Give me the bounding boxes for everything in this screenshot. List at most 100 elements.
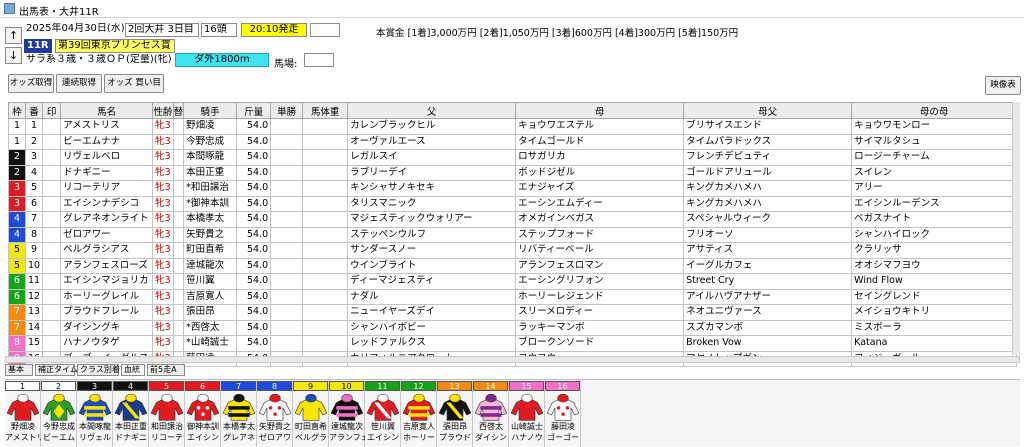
body-weight: [302, 226, 349, 243]
waku-cell: 4: [8, 226, 26, 243]
waku-cell: 6: [8, 288, 26, 305]
col-horse[interactable]: 馬名: [60, 102, 154, 119]
change-mark: [172, 288, 185, 305]
col-odds[interactable]: 単勝: [270, 102, 304, 119]
sire-name: タリスマニック: [347, 195, 517, 212]
dam-name: ボッドジゼル: [515, 164, 685, 181]
odds-button[interactable]: オッズ取得: [8, 74, 54, 93]
tab-last5[interactable]: 前5走A: [147, 364, 185, 376]
mark-cell: [42, 118, 62, 135]
damsire-name: フリオーソ: [683, 226, 853, 243]
num-cell: 4: [24, 164, 44, 181]
silk-horse: グレアネ: [223, 433, 255, 442]
table-row[interactable]: 3 5 リコーテリア 牝3 *和田譲治 54.0 キンシャサノキセキ エナジャイズ キングカメハ…: [8, 180, 1018, 197]
col-sexage[interactable]: 性齢: [152, 102, 174, 119]
waku-cell: 1: [8, 118, 26, 135]
tab-class[interactable]: クラス別着: [77, 364, 120, 376]
mark-cell: [42, 164, 62, 181]
change-mark: [172, 118, 185, 135]
num-cell: 14: [24, 319, 44, 336]
table-row[interactable]: 3 6 エイシンナデシコ 牝3 *御神本訓 54.0 タリスマニック エーシンエムディー キング…: [8, 195, 1018, 212]
col-mark[interactable]: 印: [42, 102, 62, 119]
silk-horse: ベルグラ: [295, 433, 327, 442]
table-row[interactable]: 6 12 ホーリーグレイル 牝3 吉原寛人 54.0 ナダル ホーリーレジェンド アイルハヴアナ…: [8, 288, 1018, 305]
body-weight: [302, 288, 349, 305]
dam-name: ブロークンソード: [515, 335, 685, 352]
waku-cell: 3: [8, 180, 26, 197]
table-row[interactable]: 7 14 ダイシングキ 牝3 *西啓太 54.0 シャンハイボビー ラッキーマンボ スズカマンボ…: [8, 319, 1018, 336]
jockey-name: 張田昂: [183, 304, 238, 321]
silk-jockey: 御神本訓: [187, 422, 219, 431]
col-dam2[interactable]: 母の母: [851, 102, 1018, 119]
sex-age: 牝3: [152, 149, 174, 166]
table-row[interactable]: 4 8 ゼロアワー 牝3 矢野貴之 54.0 ステッペンウルフ ステップフォード フリオーソ シャ…: [8, 226, 1018, 243]
going-value: [304, 53, 334, 67]
col-weight[interactable]: 斤量: [236, 102, 272, 119]
horse-name: リヴェルベロ: [60, 149, 154, 166]
win-odds: [270, 304, 304, 321]
dam-name: キョウワエステル: [515, 118, 685, 135]
dam-name: エーシングリフォン: [515, 273, 685, 290]
col-damsire[interactable]: 母父: [683, 102, 853, 119]
tab-pedigree[interactable]: 血統: [121, 364, 145, 376]
damsire-name: キングカメハメハ: [683, 180, 853, 197]
num-cell: 13: [24, 304, 44, 321]
horizontal-scrollbar[interactable]: [5, 356, 1020, 363]
continuous-button[interactable]: 連続取得: [56, 74, 102, 93]
col-change[interactable]: 替: [172, 102, 185, 119]
table-row[interactable]: 4 7 グレアネオンライト 牝3 本橋孝太 54.0 マジェスティックウォリアー オメガインベ…: [8, 211, 1018, 228]
silk-column: 11 笹川翼 エイシン: [365, 380, 401, 447]
table-row[interactable]: 6 11 エイシンマジョリカ 牝3 笹川翼 54.0 ディーマジェスティ エーシングリフォン S…: [8, 273, 1018, 290]
body-weight: [302, 319, 349, 336]
table-row[interactable]: 2 3 リヴェルベロ 牝3 本間啄龍 54.0 レガルスイ ロサガリカ フレンチデピュティ ロージ…: [8, 149, 1018, 166]
change-mark: [172, 195, 185, 212]
col-waku[interactable]: 枠: [8, 102, 26, 119]
next-race-button[interactable]: ↓: [5, 47, 22, 64]
col-sire[interactable]: 父: [347, 102, 517, 119]
col-dam[interactable]: 母: [515, 102, 685, 119]
prev-race-button[interactable]: ↑: [5, 27, 22, 44]
silk-number: 9: [293, 381, 328, 391]
col-body-weight[interactable]: 馬体重: [302, 102, 349, 119]
dam2-name: エイシンルーデンス: [851, 195, 1018, 212]
dam-name: ラッキーマンボ: [515, 319, 685, 336]
body-weight: [302, 164, 349, 181]
change-mark: [172, 133, 185, 150]
col-num[interactable]: 番: [24, 102, 44, 119]
horse-name: ホーリーグレイル: [60, 288, 154, 305]
table-row[interactable]: 5 9 ベルグラシアス 牝3 町田直希 54.0 サンダースノー リバティーベール アサティスク…: [8, 242, 1018, 259]
odds-bet-button[interactable]: オッズ 買い目: [104, 74, 164, 93]
carried-weight: 54.0: [236, 133, 272, 150]
change-mark: [172, 149, 185, 166]
table-row[interactable]: 8 15 ハナノウタゲ 牝3 *山崎誠士 54.0 レッドファルクス ブロークンソード Brok…: [8, 335, 1018, 352]
sire-name: ニューイヤーズデイ: [347, 304, 517, 321]
sex-age: 牝3: [152, 164, 174, 181]
silks-strip: 1 野畑凌 アメストリ 2 今野忠成 ビーエム 3 本間啄龍 リヴェル 4 本田正重 ドナギニ 5 和田譲…: [5, 379, 1020, 447]
col-jockey[interactable]: 騎手: [183, 102, 238, 119]
video-button[interactable]: 映像表: [985, 76, 1021, 95]
silk-number: 13: [437, 381, 472, 391]
table-row[interactable]: 5 10 アランフェスローズ 牝3 達城龍次 54.0 ウインブライト アランフェスロマン イー…: [8, 257, 1018, 274]
waku-cell: 5: [8, 257, 26, 274]
win-odds: [270, 242, 304, 259]
sire-name: レガルスイ: [347, 149, 517, 166]
entries-table: 枠 番 印 馬名 性齢 替 騎手 斤量 単勝 馬体重 父 母 母父 母の母 11…: [8, 102, 1018, 367]
jockey-name: 本田正重: [183, 164, 238, 181]
table-row[interactable]: 7 13 プラウドフレール 牝3 張田昂 54.0 ニューイヤーズデイ スリーメロディー ネオユ…: [8, 304, 1018, 321]
win-odds: [270, 335, 304, 352]
table-row[interactable]: 1 1 アメストリス 牝3 野畑凌 54.0 カレンブラックヒル キョウワエステル ブリサイスエ…: [8, 118, 1018, 135]
tab-corrected-time[interactable]: 補正タイム: [35, 364, 78, 376]
silk-horse: ダイシン: [475, 433, 507, 442]
body-weight: [302, 211, 349, 228]
dam2-name: アリー: [851, 180, 1018, 197]
silk-number: 12: [401, 381, 436, 391]
vertical-scrollbar[interactable]: [1012, 102, 1020, 355]
table-row[interactable]: 2 4 ドナギニー 牝3 本田正重 54.0 ラブリーデイ ボッドジゼル ゴールドアリュール スイ…: [8, 164, 1018, 181]
dam-name: スリーメロディー: [515, 304, 685, 321]
table-row[interactable]: 1 2 ビーエムナナ 牝3 今野忠成 54.0 オーヴァルエース タイムゴールド タイムパラドッ…: [8, 133, 1018, 150]
tab-basic[interactable]: 基本: [5, 364, 33, 376]
silk-jockey: 町田直希: [295, 422, 327, 431]
mark-cell: [42, 180, 62, 197]
horse-name: リコーテリア: [60, 180, 154, 197]
silk-column: 3 本間啄龍 リヴェル: [77, 380, 113, 447]
